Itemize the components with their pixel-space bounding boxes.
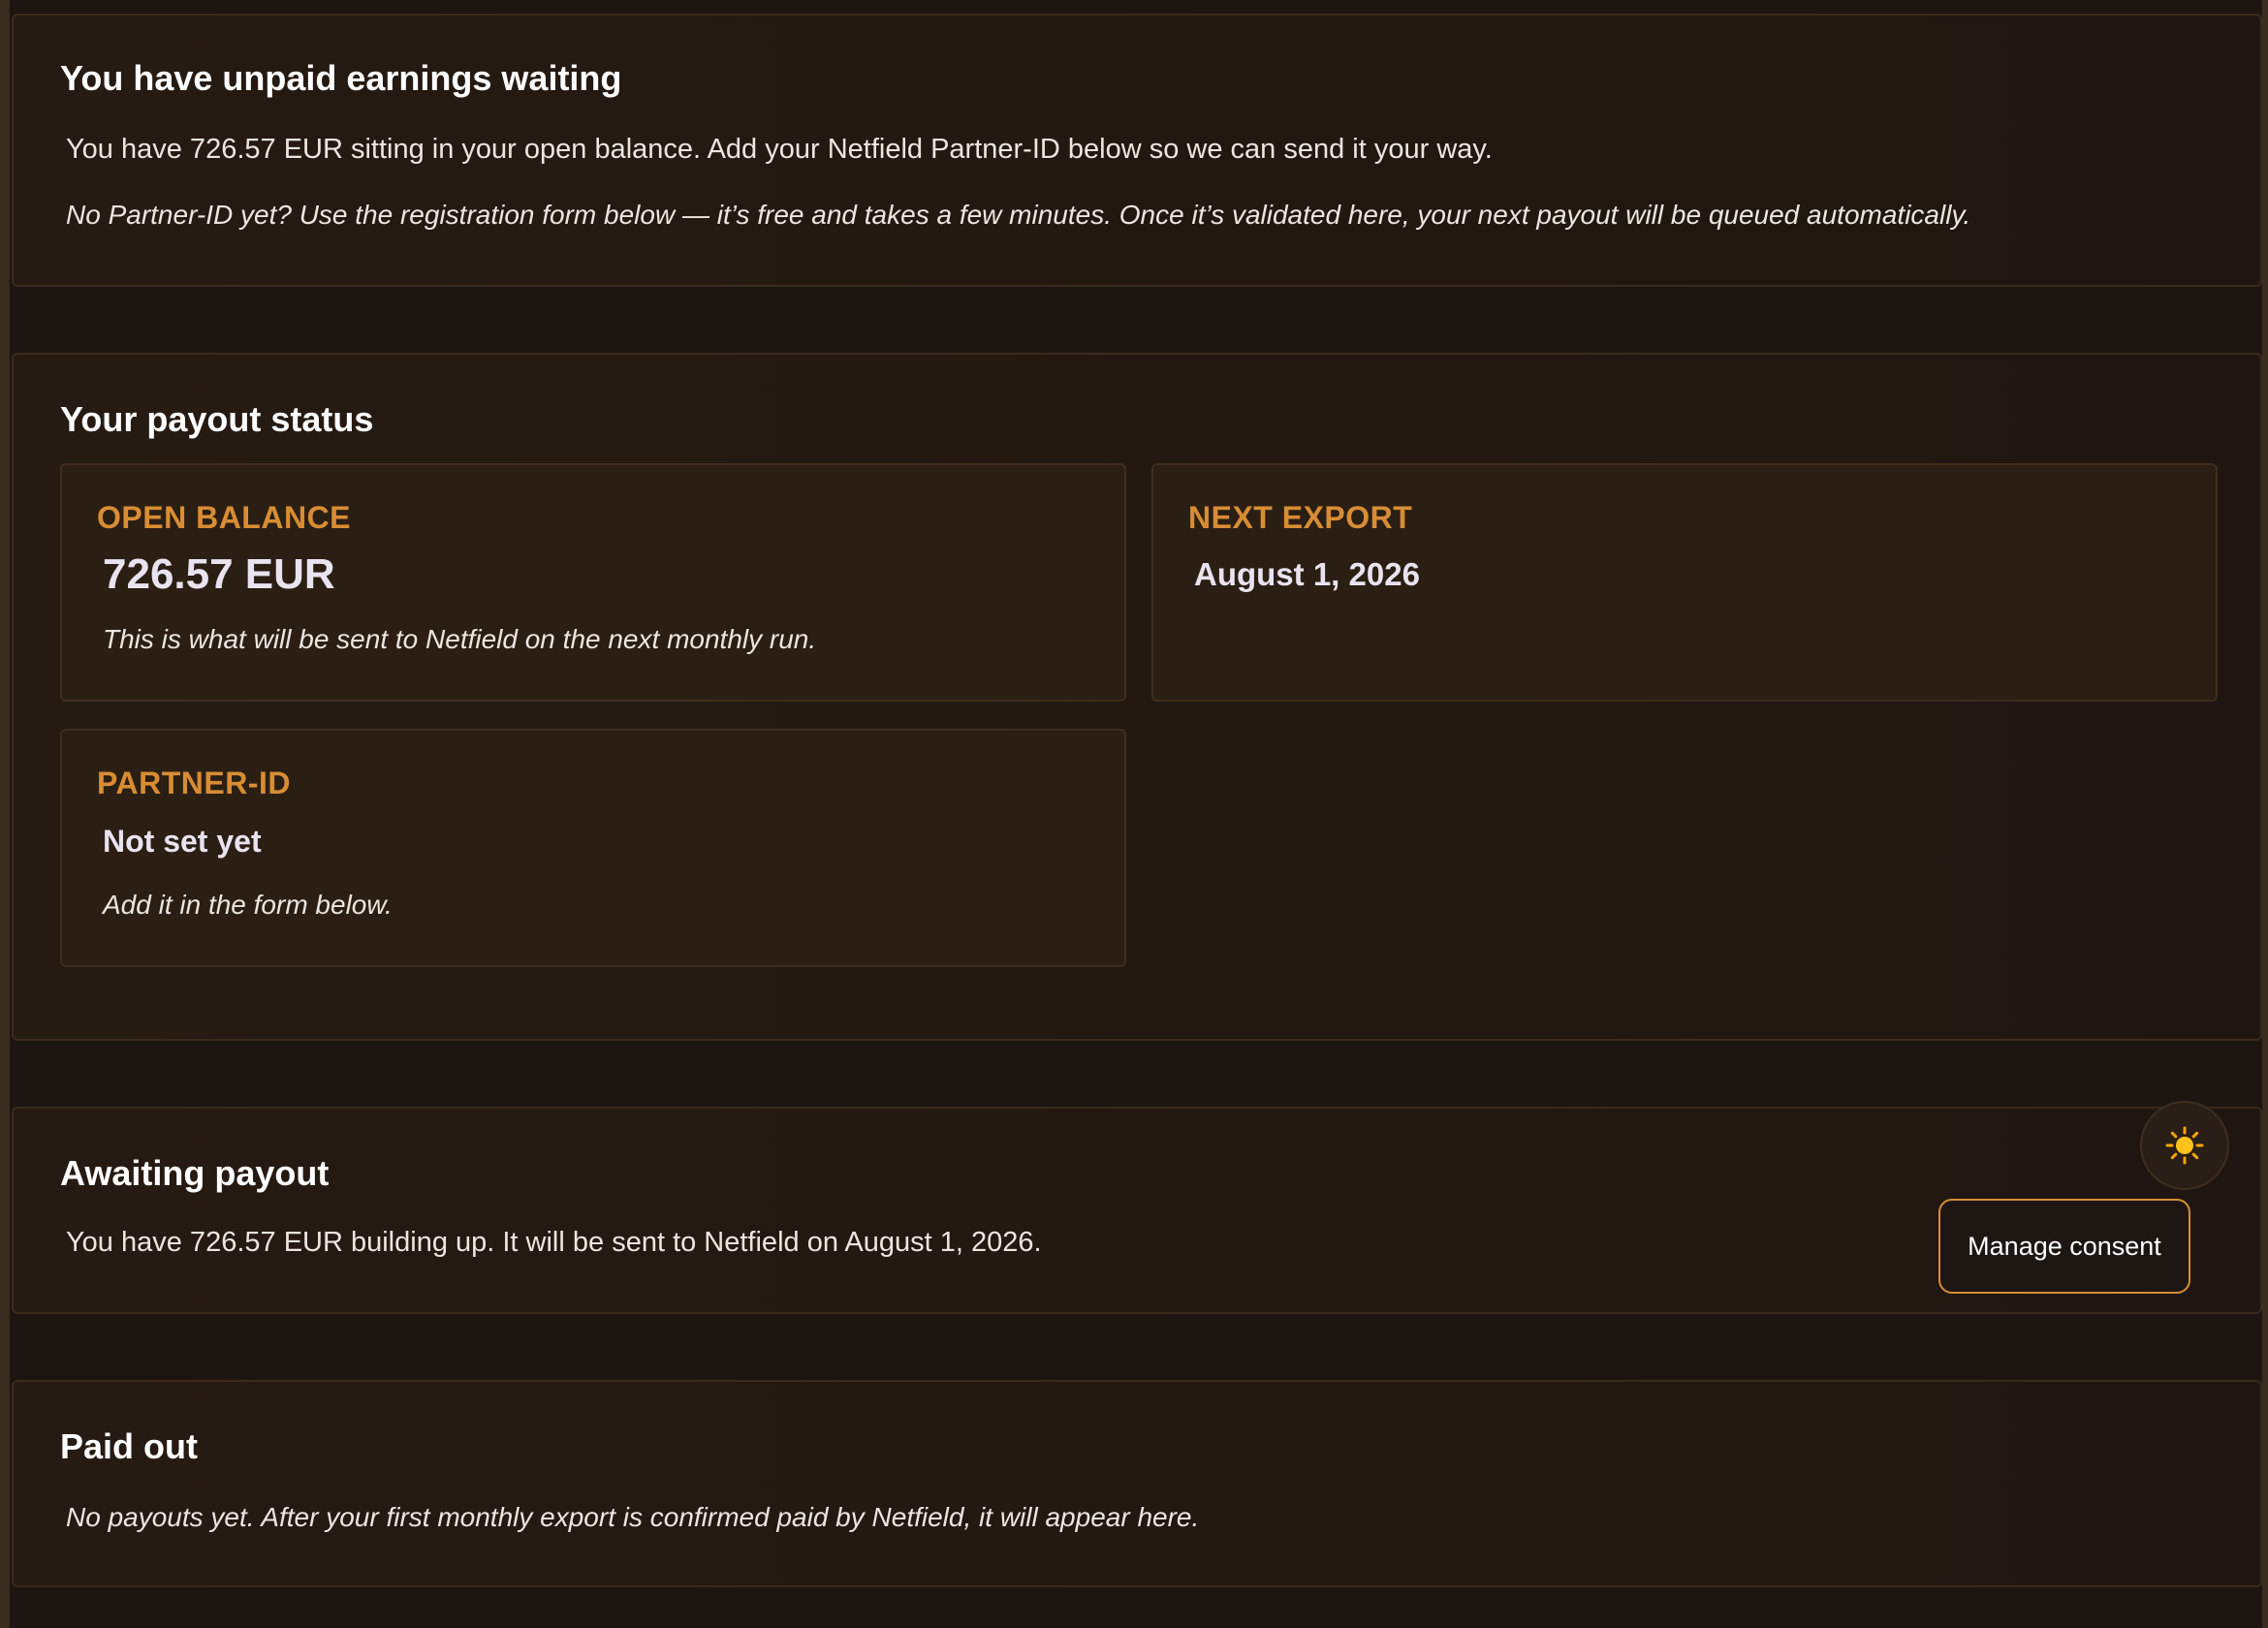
next-export-label: NEXT EXPORT bbox=[1188, 500, 1413, 535]
partner-id-label: PARTNER-ID bbox=[97, 766, 291, 800]
next-export-tile: NEXT EXPORT August 1, 2026 bbox=[1151, 463, 2218, 702]
unpaid-earnings-message: You have 726.57 EUR sitting in your open… bbox=[66, 134, 1493, 165]
paid-out-title: Paid out bbox=[60, 1426, 198, 1466]
awaiting-payout-card: Awaiting payout You have 726.57 EUR buil… bbox=[12, 1107, 2262, 1314]
partner-id-value: Not set yet bbox=[103, 824, 262, 859]
left-border bbox=[0, 0, 10, 1628]
awaiting-payout-message: You have 726.57 EUR building up. It will… bbox=[66, 1227, 1042, 1258]
open-balance-label: OPEN BALANCE bbox=[97, 500, 352, 535]
paid-out-card: Paid out No payouts yet. After your firs… bbox=[12, 1380, 2262, 1587]
right-scroll-border bbox=[2262, 0, 2268, 1628]
open-balance-value: 726.57 EUR bbox=[103, 550, 335, 598]
unpaid-earnings-hint: No Partner-ID yet? Use the registration … bbox=[66, 200, 1971, 230]
open-balance-tile: OPEN BALANCE 726.57 EUR This is what wil… bbox=[60, 463, 1126, 702]
unpaid-earnings-card: You have unpaid earnings waiting You hav… bbox=[12, 14, 2262, 287]
partner-id-note: Add it in the form below. bbox=[103, 890, 393, 920]
next-export-value: August 1, 2026 bbox=[1194, 556, 1420, 592]
sun-icon bbox=[2165, 1126, 2204, 1165]
payout-status-title: Your payout status bbox=[60, 399, 374, 439]
partner-id-tile: PARTNER-ID Not set yet Add it in the for… bbox=[60, 729, 1126, 967]
payout-status-card: Your payout status OPEN BALANCE 726.57 E… bbox=[12, 353, 2262, 1041]
open-balance-note: This is what will be sent to Netfield on… bbox=[103, 624, 817, 654]
awaiting-payout-title: Awaiting payout bbox=[60, 1153, 330, 1193]
theme-toggle-button[interactable] bbox=[2140, 1101, 2229, 1190]
unpaid-earnings-title: You have unpaid earnings waiting bbox=[60, 58, 622, 98]
manage-consent-button[interactable]: Manage consent bbox=[1938, 1199, 2190, 1294]
paid-out-message: No payouts yet. After your first monthly… bbox=[66, 1502, 1200, 1532]
